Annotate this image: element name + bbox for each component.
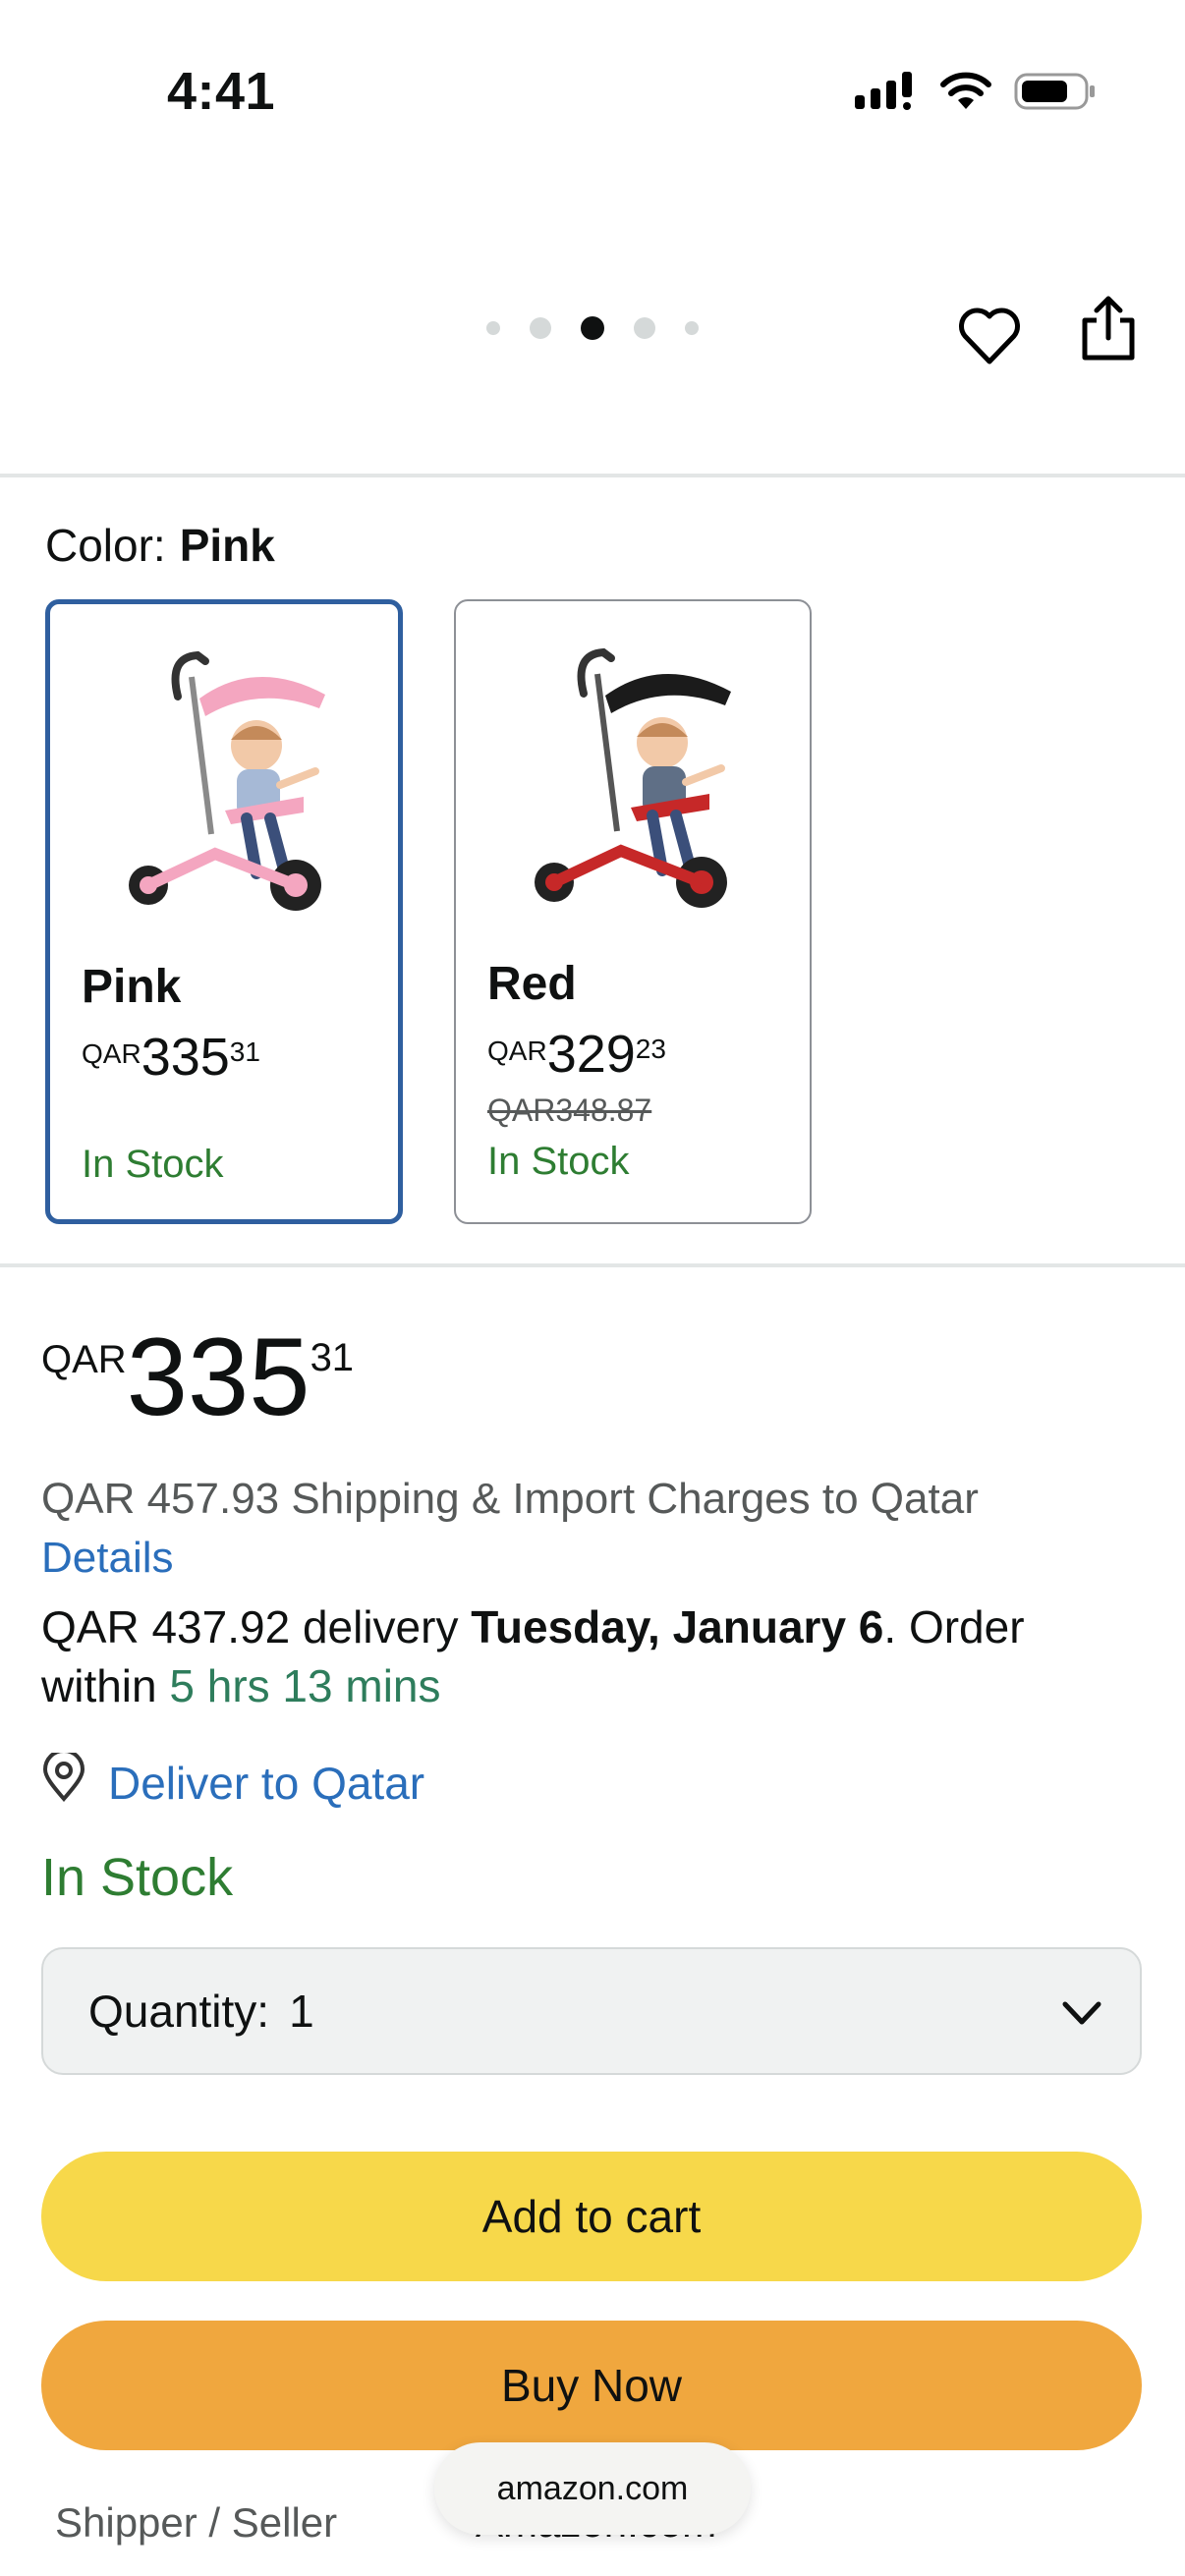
color-label: Color: bbox=[45, 520, 166, 571]
swatch-stock: In Stock bbox=[487, 1140, 630, 1183]
deliver-to-label: Deliver to Qatar bbox=[108, 1757, 425, 1809]
carousel-dot[interactable] bbox=[486, 321, 500, 335]
chevron-down-icon bbox=[1059, 1990, 1104, 2036]
price-fraction: 31 bbox=[310, 1336, 355, 1379]
product-thumbnail-red bbox=[515, 635, 751, 920]
share-icon[interactable] bbox=[1077, 295, 1140, 364]
battery-icon bbox=[1014, 71, 1097, 117]
signal-icon bbox=[855, 72, 918, 116]
swatch-was-price: QAR348.87 bbox=[487, 1092, 652, 1128]
shipping-text: QAR 457.93 Shipping & Import Charges to … bbox=[41, 1475, 979, 1523]
add-to-cart-button[interactable]: Add to cart bbox=[41, 2152, 1142, 2281]
swatch-price-fraction: 23 bbox=[635, 1034, 666, 1064]
quantity-value: 1 bbox=[289, 1986, 314, 2037]
price-whole: 335 bbox=[126, 1316, 310, 1438]
swatch-price-whole: 335 bbox=[141, 1028, 230, 1087]
status-time: 4:41 bbox=[167, 62, 276, 121]
swatch-price-currency: QAR bbox=[487, 1036, 547, 1066]
swatch-price-fraction: 31 bbox=[229, 1036, 260, 1067]
carousel-dot-active[interactable] bbox=[581, 316, 604, 340]
heart-icon[interactable] bbox=[955, 301, 1024, 369]
quantity-label: Quantity: bbox=[88, 1986, 270, 2037]
availability-status: In Stock bbox=[41, 1848, 234, 1907]
color-selector-label: Color: Pink bbox=[45, 519, 275, 572]
swatch-price-currency: QAR bbox=[82, 1038, 141, 1069]
product-thumbnail-pink bbox=[109, 638, 345, 923]
swatch-red[interactable]: Red QAR 329 23 QAR348.87 In Stock bbox=[454, 599, 812, 1224]
divider bbox=[0, 474, 1185, 477]
shipping-info: QAR 457.93 Shipping & Import Charges to … bbox=[41, 1470, 1152, 1588]
delivery-prefix: QAR 437.92 delivery bbox=[41, 1601, 472, 1652]
color-value: Pink bbox=[179, 520, 275, 571]
quantity-select[interactable]: Quantity: 1 bbox=[41, 1947, 1142, 2075]
swatch-price: QAR 335 31 bbox=[82, 1027, 260, 1088]
deliver-to-link[interactable]: Deliver to Qatar bbox=[41, 1749, 425, 1813]
status-icons bbox=[855, 71, 1097, 117]
swatch-name: Pink bbox=[82, 961, 182, 1013]
delivery-info: QAR 437.92 delivery Tuesday, January 6. … bbox=[41, 1597, 1152, 1715]
url-bar[interactable]: amazon.com bbox=[434, 2442, 751, 2535]
buy-now-button[interactable]: Buy Now bbox=[41, 2321, 1142, 2450]
delivery-date: Tuesday, January 6 bbox=[471, 1601, 884, 1652]
product-page: 4:41 Color: Pink Pink QAR 335 31 In Stoc… bbox=[0, 0, 1185, 2576]
carousel-dot[interactable] bbox=[685, 321, 699, 335]
wifi-icon bbox=[939, 72, 992, 116]
carousel-dot[interactable] bbox=[530, 317, 551, 339]
swatch-name: Red bbox=[487, 958, 577, 1010]
divider bbox=[0, 1263, 1185, 1267]
location-pin-icon bbox=[41, 1749, 86, 1813]
carousel-dot[interactable] bbox=[634, 317, 655, 339]
product-price: QAR 335 31 bbox=[41, 1316, 354, 1437]
swatch-price: QAR 329 23 bbox=[487, 1024, 666, 1085]
swatch-stock: In Stock bbox=[82, 1143, 224, 1186]
price-currency: QAR bbox=[41, 1338, 127, 1381]
swatch-price-whole: 329 bbox=[546, 1025, 636, 1084]
delivery-countdown: 5 hrs 13 mins bbox=[169, 1660, 441, 1711]
swatch-pink[interactable]: Pink QAR 335 31 In Stock bbox=[45, 599, 403, 1224]
shipper-seller-label: Shipper / Seller bbox=[55, 2499, 338, 2546]
details-link[interactable]: Details bbox=[41, 1534, 174, 1582]
